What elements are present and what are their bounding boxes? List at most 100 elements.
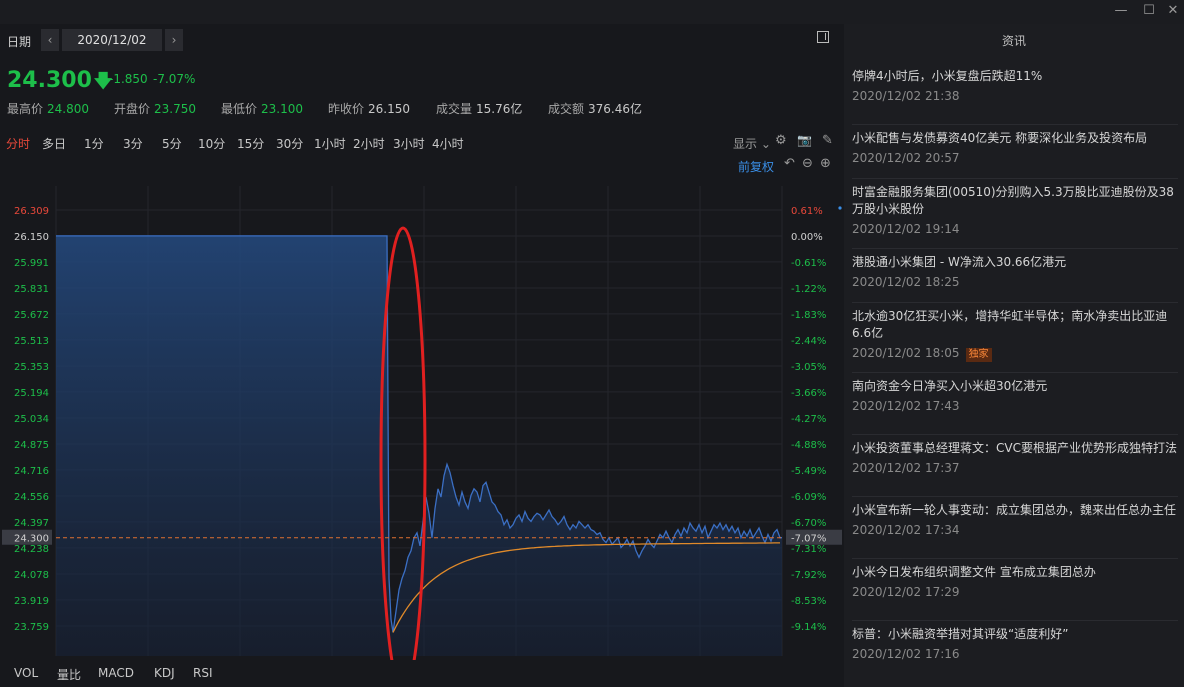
stat-0: 最高价 24.800 [7, 100, 89, 117]
news-item[interactable]: 小米配售与发债募资40亿美元 称要深化业务及投资布局 2020/12/02 20:… [852, 130, 1182, 165]
news-time-text: 2020/12/02 17:16 [852, 647, 960, 661]
y-tick-label: 23.919 [14, 596, 49, 607]
intraday-chart[interactable]: 26.309 26.150 25.991 25.831 25.672 25.513 25.3… [0, 150, 844, 660]
y-right-tick-label: -6.70% [791, 518, 826, 529]
news-time-text: 2020/12/02 21:38 [852, 89, 960, 103]
chart-panel: 日期 ‹ 2020/12/02 › 24.300 🡇 -1.850 -7.07% … [0, 24, 844, 687]
news-title[interactable]: 港股通小米集团 - W净流入30.66亿港元 [852, 254, 1182, 271]
y-right-tick-label: 0.00% [791, 232, 823, 243]
news-time: 2020/12/02 18:05 独家 [852, 346, 1182, 362]
stat-1: 开盘价 23.750 [114, 100, 196, 117]
indicator-tab-0[interactable]: VOL [14, 666, 38, 680]
news-time: 2020/12/02 20:57 [852, 151, 1182, 165]
stat-4: 成交量 15.76亿 [436, 100, 522, 117]
y-right-tick-label: -4.27% [791, 414, 826, 425]
minimize-icon[interactable]: — [1108, 2, 1134, 20]
y-tick-label: 24.238 [14, 544, 49, 555]
y-tick-label: 24.875 [14, 440, 49, 451]
y-right-tick-label: -0.61% [791, 258, 826, 269]
news-item[interactable]: 时富金融服务集团(00510)分别购入5.3万股比亚迪股份及38万股小米股份 20… [852, 184, 1182, 236]
stat-label: 成交量 [436, 102, 473, 116]
y-right-tick-label: -3.66% [791, 388, 826, 399]
stat-label: 成交额 [548, 102, 585, 116]
news-divider [852, 496, 1178, 497]
news-divider [852, 178, 1178, 179]
y-right-tick-label: -7.92% [791, 570, 826, 581]
news-time: 2020/12/02 18:25 [852, 275, 1182, 289]
y-tick-label: 25.353 [14, 362, 49, 373]
news-item[interactable]: 小米宣布新一轮人事变动：成立集团总办，魏来出任总办主任 2020/12/02 17… [852, 502, 1182, 537]
price-change-pct: -7.07% [153, 72, 196, 86]
news-item[interactable]: 港股通小米集团 - W净流入30.66亿港元 2020/12/02 18:25 [852, 254, 1182, 289]
indicator-tab-1[interactable]: 量比 [57, 666, 81, 683]
y-right-tick-label: -6.09% [791, 492, 826, 503]
sidebar-toggle-icon[interactable] [817, 31, 829, 43]
maximize-icon[interactable]: ☐ [1136, 2, 1162, 20]
news-divider [852, 558, 1178, 559]
news-time-text: 2020/12/02 18:25 [852, 275, 960, 289]
news-title[interactable]: 小米配售与发债募资40亿美元 称要深化业务及投资布局 [852, 130, 1182, 147]
y-tick-label: 24.397 [14, 518, 49, 529]
news-title[interactable]: 停牌4小时后，小米复盘后跌超11% [852, 68, 1182, 85]
news-panel: 资讯 停牌4小时后，小米复盘后跌超11% 2020/12/02 21:38 小米配售… [844, 24, 1184, 687]
stat-value: 15.76亿 [476, 102, 523, 116]
news-title[interactable]: 小米今日发布组织调整文件 宣布成立集团总办 [852, 564, 1182, 581]
date-picker[interactable]: 2020/12/02 [62, 29, 162, 51]
news-item[interactable]: 南向资金今日净买入小米超30亿港元 2020/12/02 17:43 [852, 378, 1182, 413]
indicator-tab-2[interactable]: MACD [98, 666, 134, 680]
last-price: 24.300 🡇 [7, 68, 113, 93]
price-change: -1.850 [109, 72, 148, 86]
prev-date-button[interactable]: ‹ [41, 29, 59, 51]
news-divider [852, 434, 1178, 435]
y-tick-label: 24.556 [14, 492, 49, 503]
draw-icon[interactable]: ✎ [822, 133, 833, 148]
y-tick-label: 25.831 [14, 284, 49, 295]
news-time-text: 2020/12/02 17:43 [852, 399, 960, 413]
y-tick-label: 25.991 [14, 258, 49, 269]
news-time-text: 2020/12/02 20:57 [852, 151, 960, 165]
news-item[interactable]: 小米投资董事总经理蒋文：CVC要根据产业优势形成独特打法 2020/12/02 1… [852, 440, 1182, 475]
news-title[interactable]: 小米投资董事总经理蒋文：CVC要根据产业优势形成独特打法 [852, 440, 1182, 457]
y-right-tick-label: -5.49% [791, 466, 826, 477]
title-bar: — ☐ ✕ [0, 0, 1184, 24]
news-time: 2020/12/02 19:14 [852, 222, 1182, 236]
y-right-tick-label: -2.44% [791, 336, 826, 347]
y-tick-label: 24.078 [14, 570, 49, 581]
y-tick-label: 24.716 [14, 466, 49, 477]
news-item[interactable]: 小米今日发布组织调整文件 宣布成立集团总办 2020/12/02 17:29 [852, 564, 1182, 599]
marker-dot [838, 206, 842, 210]
y-right-tick-label: -7.31% [791, 544, 826, 555]
news-time-text: 2020/12/02 18:05 [852, 346, 960, 360]
news-time: 2020/12/02 17:37 [852, 461, 1182, 475]
news-title[interactable]: 小米宣布新一轮人事变动：成立集团总办，魏来出任总办主任 [852, 502, 1182, 519]
close-icon[interactable]: ✕ [1160, 2, 1184, 20]
news-item[interactable]: 标普：小米融资举措对其评级“适度利好” 2020/12/02 17:16 [852, 626, 1182, 661]
stat-2: 最低价 23.100 [221, 100, 303, 117]
camera-icon[interactable]: 📷 [797, 133, 812, 147]
indicator-tab-3[interactable]: KDJ [154, 666, 175, 680]
news-time: 2020/12/02 17:29 [852, 585, 1182, 599]
news-divider [852, 372, 1178, 373]
stat-label: 最高价 [7, 102, 44, 116]
exclusive-badge: 独家 [965, 348, 992, 362]
news-title[interactable]: 南向资金今日净买入小米超30亿港元 [852, 378, 1182, 395]
y-right-tick-label: -8.53% [791, 596, 826, 607]
next-date-button[interactable]: › [165, 29, 183, 51]
stat-value: 24.800 [47, 102, 90, 116]
news-panel-title: 资讯 [1001, 34, 1026, 48]
y-right-tick-label: -9.14% [791, 622, 826, 633]
stat-value: 26.150 [368, 102, 411, 116]
stat-5: 成交额 376.46亿 [548, 100, 642, 117]
news-item[interactable]: 北水逾30亿狂买小米，增持华虹半导体；南水净卖出比亚迪6.6亿 2020/12/0… [852, 308, 1182, 362]
news-time-text: 2020/12/02 19:14 [852, 222, 960, 236]
stat-label: 最低价 [221, 102, 258, 116]
news-title[interactable]: 北水逾30亿狂买小米，增持华虹半导体；南水净卖出比亚迪6.6亿 [852, 308, 1182, 342]
settings-icon[interactable]: ⚙ [775, 133, 787, 148]
news-item[interactable]: 停牌4小时后，小米复盘后跌超11% 2020/12/02 21:38 [852, 68, 1182, 103]
indicator-tab-4[interactable]: RSI [193, 666, 213, 680]
news-time: 2020/12/02 17:43 [852, 399, 1182, 413]
news-title[interactable]: 标普：小米融资举措对其评级“适度利好” [852, 626, 1182, 643]
news-title[interactable]: 时富金融服务集团(00510)分别购入5.3万股比亚迪股份及38万股小米股份 [852, 184, 1182, 218]
news-time: 2020/12/02 17:16 [852, 647, 1182, 661]
y-right-tick-label: -4.88% [791, 440, 826, 451]
